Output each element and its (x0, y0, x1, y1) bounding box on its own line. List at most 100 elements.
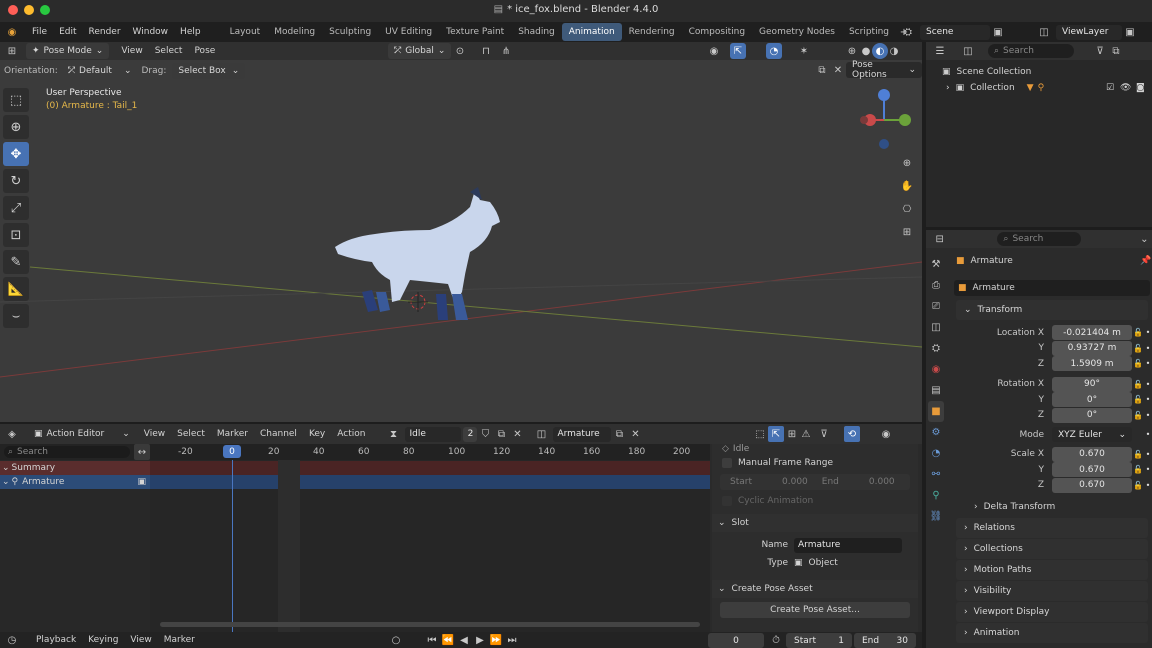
slot-name-field[interactable]: Armature (794, 537, 902, 553)
keyframe-dot-icon[interactable]: • (1144, 465, 1152, 474)
expand-arrow-icon[interactable]: › (946, 83, 950, 93)
keyframe-dot-icon[interactable]: • (1144, 395, 1152, 404)
menu-marker[interactable]: Marker (217, 429, 248, 439)
lock-icon[interactable]: 🔓 (1132, 411, 1144, 420)
display-mode-icon[interactable]: ◫ (960, 43, 976, 59)
menu-playback[interactable]: Playback (36, 635, 76, 645)
blender-logo-icon[interactable]: ◉ (4, 24, 20, 40)
lock-icon[interactable]: 🔓 (1132, 481, 1144, 490)
relax-tool-icon[interactable]: ⌣ (3, 304, 29, 328)
scene-field[interactable]: Scene (920, 24, 990, 40)
scene-collection-row[interactable]: ▣ Scene Collection (926, 64, 1152, 80)
tab-shading[interactable]: Shading (511, 23, 562, 41)
end-frame-field[interactable]: End 30 (854, 633, 916, 648)
scale-y-field[interactable]: 0.670 (1052, 462, 1132, 477)
play-icon[interactable]: ▶ (472, 632, 488, 648)
modifier-tab-icon[interactable]: ⚙ (928, 422, 944, 443)
tab-animation[interactable]: Animation (561, 23, 622, 41)
tab-texture-paint[interactable]: Texture Paint (439, 23, 511, 41)
viewlayer-icon[interactable]: ◫ (1036, 24, 1052, 40)
jump-keyframe-back-icon[interactable]: ⏪ (440, 632, 456, 648)
manual-frame-range-row[interactable]: Manual Frame Range (712, 454, 918, 472)
new-viewlayer-icon[interactable]: ▣ (1122, 24, 1138, 40)
menu-keying[interactable]: Keying (88, 635, 118, 645)
keyframe-dot-icon[interactable]: • (1144, 328, 1152, 337)
preview-range-icon[interactable]: ⏱ (768, 632, 784, 648)
constraints-tab-icon[interactable]: ⛓ (928, 506, 944, 527)
timeline-editor-icon[interactable]: ◷ (4, 632, 20, 648)
tab-sculpting[interactable]: Sculpting (322, 23, 378, 41)
menu-channel[interactable]: Channel (260, 429, 297, 439)
keyframe-dot-icon[interactable]: • (1144, 430, 1152, 439)
new-scene-icon[interactable]: ▣ (990, 24, 1006, 40)
slot-field[interactable]: Armature (553, 426, 612, 442)
rotation-z-field[interactable]: 0° (1052, 407, 1132, 423)
menu-select[interactable]: Select (177, 429, 205, 439)
properties-search-input[interactable]: ⌕ Search (997, 232, 1081, 246)
outliner-search-input[interactable]: ⌕ Search (988, 44, 1074, 58)
viewlayer-field[interactable]: ViewLayer (1056, 24, 1122, 40)
play-reverse-icon[interactable]: ◀ (456, 632, 472, 648)
lock-icon[interactable]: 🔓 (1132, 359, 1144, 368)
lock-icon[interactable]: 🔓 (1132, 395, 1144, 404)
animation-panel-header[interactable]: › Animation (956, 623, 1148, 643)
dopesheet-mode-dropdown[interactable]: ▣ Action Editor ⌄ (28, 426, 136, 442)
object-filter-icon[interactable]: ▼ (1027, 83, 1034, 93)
dopesheet-editor-icon[interactable]: ◈ (4, 426, 20, 442)
cyclic-checkbox[interactable] (722, 496, 732, 506)
keyframe-dot-icon[interactable]: • (1144, 411, 1152, 420)
slot-icon[interactable]: ◫ (533, 426, 549, 442)
tab-layout[interactable]: Layout (223, 23, 268, 41)
particles-tab-icon[interactable]: ◔ (928, 443, 944, 464)
zoom-icon[interactable]: ⊕ (896, 152, 918, 174)
new-slot-icon[interactable]: ⧉ (611, 426, 627, 442)
channel-summary[interactable]: ⌄ Summary (0, 461, 150, 475)
chevron-down-icon[interactable]: ⌄ (1137, 231, 1152, 247)
camera-icon[interactable]: ⎔ (896, 198, 918, 220)
location-x-field[interactable]: -0.021404 m (1052, 325, 1132, 340)
action-slot-icon[interactable]: ▣ (137, 477, 146, 487)
move-tool-icon[interactable]: ✥ (3, 142, 29, 166)
rotation-x-field[interactable]: 90° (1052, 376, 1132, 392)
channel-search-input[interactable]: ⌕ Search (4, 446, 130, 458)
menu-edit[interactable]: Edit (59, 27, 76, 37)
menu-render[interactable]: Render (89, 27, 121, 37)
sync-length-icon[interactable]: ↔ (134, 444, 150, 460)
object-datablock-field[interactable]: ■ Armature (954, 280, 1150, 296)
transform-panel-header[interactable]: ⌄ Transform (956, 300, 1148, 320)
keyframe-dot-icon[interactable]: • (1144, 359, 1152, 368)
filter-icon[interactable]: ⊽ (1092, 43, 1108, 59)
horizontal-scrollbar[interactable] (160, 622, 700, 627)
collection-tab-icon[interactable]: ▤ (928, 380, 944, 401)
menu-key[interactable]: Key (309, 429, 325, 439)
scale-tool-icon[interactable]: ⤢ (3, 196, 29, 220)
menu-view[interactable]: View (144, 429, 165, 439)
new-collection-icon[interactable]: ⧉ (1108, 43, 1124, 59)
filter-icon[interactable]: ⊽ (816, 426, 832, 442)
unlink-action-icon[interactable]: ✕ (509, 426, 525, 442)
jump-keyframe-forward-icon[interactable]: ⏩ (488, 632, 504, 648)
proportional-edit-icon[interactable]: ◉ (878, 426, 894, 442)
physics-tab-icon[interactable]: ⚯ (928, 464, 944, 485)
scene-tab-icon[interactable]: ⛭ (928, 338, 944, 359)
keyframe-dot-icon[interactable]: • (1144, 344, 1152, 353)
lock-icon[interactable]: 🔓 (1132, 450, 1144, 459)
menu-file[interactable]: File (32, 27, 47, 37)
viewport-display-panel-header[interactable]: › Viewport Display (956, 602, 1148, 622)
motion-paths-panel-header[interactable]: › Motion Paths (956, 560, 1148, 580)
armature-icon[interactable]: ⚲ (1038, 83, 1045, 93)
delta-transform-header[interactable]: › Delta Transform (952, 497, 1152, 517)
menu-marker[interactable]: Marker (164, 635, 195, 645)
jump-start-icon[interactable]: ⏮ (424, 632, 440, 648)
render-tab-icon[interactable]: ⎙ (928, 275, 944, 296)
view-layer-tab-icon[interactable]: ◫ (928, 317, 944, 338)
manual-range-checkbox[interactable] (722, 458, 732, 468)
current-frame-field[interactable]: 0 (708, 633, 764, 648)
action-name-field[interactable]: Idle (405, 426, 462, 442)
eye-icon[interactable]: 👁 (1120, 83, 1131, 93)
menu-window[interactable]: Window (133, 27, 169, 37)
tab-modeling[interactable]: Modeling (267, 23, 322, 41)
keyframe-dot-icon[interactable]: • (1144, 380, 1152, 389)
scale-x-field[interactable]: 0.670 (1052, 446, 1132, 462)
unlink-slot-icon[interactable]: ✕ (627, 426, 643, 442)
